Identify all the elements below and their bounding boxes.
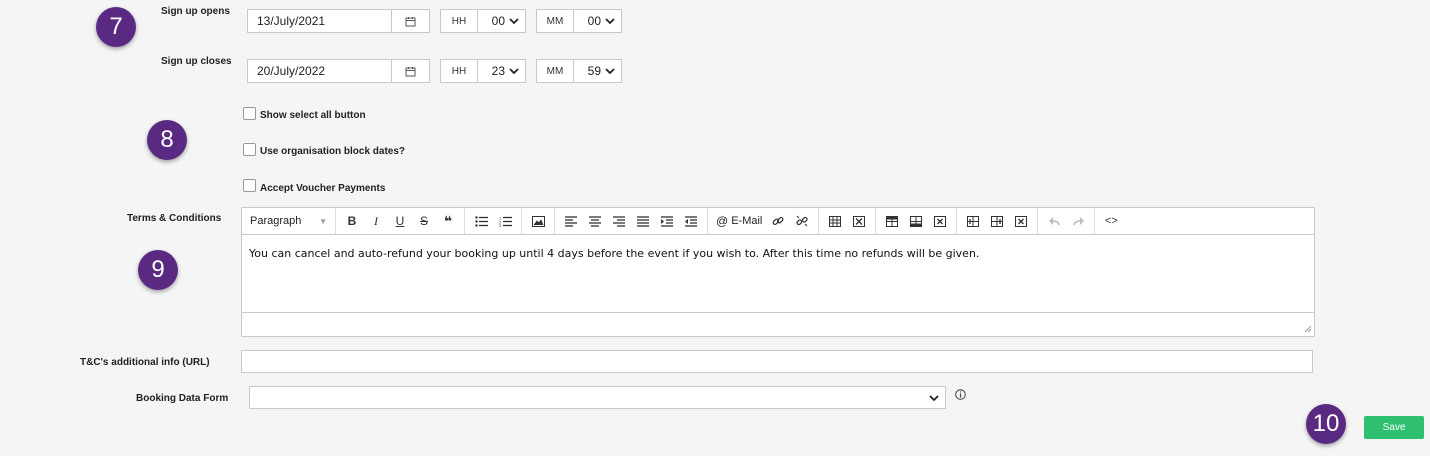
- signup-closes-hh-label: HH: [440, 59, 478, 83]
- insert-row-after-icon[interactable]: [904, 211, 928, 231]
- delete-row-icon[interactable]: [928, 211, 952, 231]
- calendar-icon: [405, 66, 416, 76]
- undo-icon[interactable]: [1042, 211, 1066, 231]
- underline-icon[interactable]: U: [388, 211, 412, 231]
- signup-closes-mm-label: MM: [536, 59, 574, 83]
- signup-opens-hour-select[interactable]: 00: [478, 9, 526, 33]
- unlink-icon[interactable]: [790, 211, 814, 231]
- at-icon: @: [716, 214, 729, 228]
- show-select-all-checkbox[interactable]: [243, 107, 256, 120]
- chevron-down-icon: [509, 68, 519, 75]
- indent-icon[interactable]: [655, 211, 679, 231]
- tc-url-input[interactable]: [241, 350, 1313, 373]
- insert-row-before-icon[interactable]: [880, 211, 904, 231]
- step-badge-7: 7: [96, 7, 136, 47]
- link-group: @ E-Mail: [708, 208, 820, 234]
- minute-value: 00: [587, 14, 601, 28]
- signup-opens-mm-label: MM: [536, 9, 574, 33]
- tc-url-label: T&C's additional info (URL): [80, 357, 210, 368]
- format-value: Paragraph: [250, 215, 302, 227]
- resize-handle-icon[interactable]: [1304, 325, 1312, 333]
- minute-value: 59: [587, 64, 601, 78]
- source-code-icon[interactable]: <>: [1099, 211, 1123, 231]
- step-badge-10: 10: [1306, 404, 1346, 444]
- booking-form-label: Booking Data Form: [136, 393, 229, 404]
- booking-form-select[interactable]: [249, 386, 946, 409]
- chevron-down-icon: [929, 394, 939, 401]
- calendar-icon: [405, 16, 416, 26]
- align-left-icon[interactable]: [559, 211, 583, 231]
- save-button[interactable]: Save: [1364, 416, 1424, 439]
- image-icon[interactable]: [526, 211, 550, 231]
- outdent-icon[interactable]: [679, 211, 703, 231]
- history-group: [1038, 208, 1096, 234]
- text-style-group: B I U S ❝: [336, 208, 465, 234]
- editor-toolbar: Paragraph ▼ B I U S ❝ 123 @ E-Mail <>: [242, 208, 1314, 235]
- chevron-down-icon: [509, 18, 519, 25]
- signup-closes-hour-select[interactable]: 23: [478, 59, 526, 83]
- signup-closes-minute-select[interactable]: 59: [574, 59, 622, 83]
- bold-icon[interactable]: B: [340, 211, 364, 231]
- align-right-icon[interactable]: [607, 211, 631, 231]
- signup-opens-hh-label: HH: [440, 9, 478, 33]
- email-button[interactable]: @ E-Mail: [712, 214, 766, 228]
- editor-content[interactable]: You can cancel and auto-refund your book…: [242, 235, 1314, 313]
- numbered-list-icon[interactable]: 123: [493, 211, 517, 231]
- align-group: [555, 208, 708, 234]
- terms-label: Terms & Conditions: [127, 213, 222, 224]
- delete-column-icon[interactable]: [1009, 211, 1033, 231]
- email-label: E-Mail: [731, 215, 763, 227]
- hour-value: 23: [491, 64, 505, 78]
- accept-voucher-checkbox[interactable]: [243, 179, 256, 192]
- signup-opens-label: Sign up opens: [161, 6, 230, 17]
- accept-voucher-label: Accept Voucher Payments: [260, 183, 386, 194]
- insert-column-before-icon[interactable]: [961, 211, 985, 231]
- italic-icon[interactable]: I: [364, 211, 388, 231]
- strikethrough-icon[interactable]: S: [412, 211, 436, 231]
- insert-column-after-icon[interactable]: [985, 211, 1009, 231]
- media-group: [522, 208, 555, 234]
- link-icon[interactable]: [766, 211, 790, 231]
- svg-text:3: 3: [499, 223, 502, 227]
- info-icon[interactable]: [955, 387, 966, 405]
- use-block-dates-checkbox[interactable]: [243, 143, 256, 156]
- signup-opens-minute-select[interactable]: 00: [574, 9, 622, 33]
- chevron-down-icon: [605, 18, 615, 25]
- chevron-down-icon: [605, 68, 615, 75]
- step-badge-9: 9: [138, 250, 178, 290]
- align-center-icon[interactable]: [583, 211, 607, 231]
- table-icon[interactable]: [823, 211, 847, 231]
- show-select-all-label: Show select all button: [260, 110, 366, 121]
- hour-value: 00: [491, 14, 505, 28]
- signup-closes-calendar-button[interactable]: [392, 59, 430, 83]
- list-group: 123: [465, 208, 522, 234]
- signup-closes-label: Sign up closes: [161, 56, 232, 67]
- delete-table-icon[interactable]: [847, 211, 871, 231]
- table-group: [819, 208, 877, 234]
- align-justify-icon[interactable]: [631, 211, 655, 231]
- column-group: [957, 208, 1039, 234]
- step-badge-8: 8: [147, 120, 187, 160]
- signup-closes-date-input[interactable]: 20/July/2022: [247, 59, 392, 83]
- editor-statusbar: [242, 313, 1314, 335]
- caret-down-icon: ▼: [319, 216, 327, 226]
- use-block-dates-label: Use organisation block dates?: [260, 146, 406, 157]
- signup-opens-calendar-button[interactable]: [392, 9, 430, 33]
- signup-opens-date-input[interactable]: 13/July/2021: [247, 9, 392, 33]
- blockquote-icon[interactable]: ❝: [436, 211, 460, 231]
- terms-editor[interactable]: Paragraph ▼ B I U S ❝ 123 @ E-Mail <> Yo…: [241, 207, 1315, 337]
- row-group: [876, 208, 958, 234]
- source-group: <>: [1095, 208, 1127, 234]
- bullet-list-icon[interactable]: [469, 211, 493, 231]
- format-dropdown[interactable]: Paragraph ▼: [242, 208, 336, 234]
- redo-icon[interactable]: [1066, 211, 1090, 231]
